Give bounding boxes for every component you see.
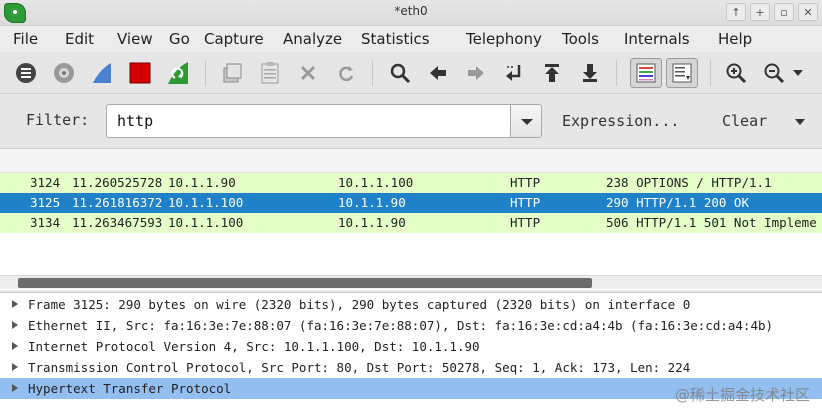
reload-icon[interactable] xyxy=(332,59,360,87)
packet-source: 10.1.1.100 xyxy=(168,215,244,230)
expand-triangle-icon[interactable] xyxy=(12,342,18,350)
go-to-packet-icon[interactable] xyxy=(500,59,528,87)
go-first-icon[interactable] xyxy=(538,59,566,87)
open-file-icon[interactable] xyxy=(218,59,246,87)
menu-edit[interactable]: Edit xyxy=(65,30,94,48)
close-file-icon[interactable] xyxy=(294,59,322,87)
restore-icon[interactable]: + xyxy=(750,3,770,21)
tree-item-tcp[interactable]: Transmission Control Protocol, Src Port:… xyxy=(0,357,822,378)
interfaces-icon[interactable] xyxy=(12,59,40,87)
scrollbar-thumb[interactable] xyxy=(18,278,592,288)
packet-time: 11.260525728 xyxy=(72,175,163,190)
filter-dropdown-button[interactable] xyxy=(510,104,542,138)
menu-capture[interactable]: Capture xyxy=(204,30,264,48)
menu-statistics[interactable]: Statistics xyxy=(361,30,430,48)
toolbar-separator xyxy=(205,60,206,86)
expand-triangle-icon[interactable] xyxy=(12,321,18,329)
menu-file[interactable]: File xyxy=(13,30,38,48)
packet-number: 3125 xyxy=(30,195,61,210)
menu-go[interactable]: Go xyxy=(169,30,190,48)
display-filter-input[interactable]: http xyxy=(106,104,511,138)
packet-destination: 10.1.1.90 xyxy=(338,195,406,210)
packet-protocol: HTTP xyxy=(510,215,541,230)
tree-item-ethernet[interactable]: Ethernet II, Src: fa:16:3e:7e:88:07 (fa:… xyxy=(0,315,822,336)
packet-info: 506 HTTP/1.1 501 Not Impleme xyxy=(606,215,817,230)
tree-item-label: Internet Protocol Version 4, Src: 10.1.1… xyxy=(28,339,480,354)
packet-row[interactable]: 3134 11.263467593 10.1.1.100 10.1.1.90 H… xyxy=(0,213,822,233)
zoom-out-icon[interactable] xyxy=(760,59,788,87)
horizontal-scrollbar[interactable] xyxy=(0,275,822,289)
toolbar-separator xyxy=(616,60,617,86)
expression-button[interactable]: Expression... xyxy=(562,112,679,130)
packet-info: 238 OPTIONS / HTTP/1.1 xyxy=(606,175,772,190)
menu-telephony[interactable]: Telephony xyxy=(466,30,542,48)
start-capture-icon[interactable] xyxy=(88,59,116,87)
expand-triangle-icon[interactable] xyxy=(12,363,18,371)
packet-row[interactable]: 3124 11.260525728 10.1.1.90 10.1.1.100 H… xyxy=(0,173,822,193)
go-forward-icon[interactable] xyxy=(462,59,490,87)
packet-protocol: HTTP xyxy=(510,175,541,190)
zoom-in-icon[interactable] xyxy=(722,59,750,87)
title-bar: *eth0 ↑ + ▫ ✕ xyxy=(0,0,822,26)
tree-item-frame[interactable]: Frame 3125: 290 bytes on wire (2320 bits… xyxy=(0,294,822,315)
go-back-icon[interactable] xyxy=(424,59,452,87)
toolbar-separator xyxy=(710,60,711,86)
menu-internals[interactable]: Internals xyxy=(624,30,690,48)
menu-analyze[interactable]: Analyze xyxy=(283,30,342,48)
menu-tools[interactable]: Tools xyxy=(562,30,599,48)
close-icon[interactable]: ✕ xyxy=(798,3,818,21)
tree-item-label: Frame 3125: 290 bytes on wire (2320 bits… xyxy=(28,297,691,312)
tree-item-label: Transmission Control Protocol, Src Port:… xyxy=(28,360,691,375)
packet-list-header xyxy=(0,149,822,173)
menu-help[interactable]: Help xyxy=(718,30,752,48)
stop-capture-icon[interactable] xyxy=(126,59,154,87)
main-toolbar xyxy=(0,52,822,94)
tree-item-ipv4[interactable]: Internet Protocol Version 4, Src: 10.1.1… xyxy=(0,336,822,357)
expand-triangle-icon[interactable] xyxy=(12,300,18,308)
packet-time: 11.261816372 xyxy=(72,195,163,210)
toolbar-separator xyxy=(372,60,373,86)
packet-time: 11.263467593 xyxy=(72,215,163,230)
filter-label: Filter: xyxy=(26,111,90,129)
packet-source: 10.1.1.100 xyxy=(168,195,244,210)
packet-number: 3124 xyxy=(30,175,61,190)
auto-scroll-icon[interactable] xyxy=(666,58,698,88)
colorize-icon[interactable] xyxy=(630,58,662,88)
packet-row-selected[interactable]: 3125 11.261816372 10.1.1.100 10.1.1.90 H… xyxy=(0,193,822,213)
packet-details-tree: Frame 3125: 290 bytes on wire (2320 bits… xyxy=(0,292,822,417)
save-file-icon[interactable] xyxy=(256,59,284,87)
tree-item-label: Ethernet II, Src: fa:16:3e:7e:88:07 (fa:… xyxy=(28,318,774,333)
packet-destination: 10.1.1.100 xyxy=(338,175,414,190)
expand-triangle-icon[interactable] xyxy=(12,384,18,392)
minimize-icon[interactable]: ▫ xyxy=(774,3,794,21)
menu-view[interactable]: View xyxy=(117,30,153,48)
packet-number: 3134 xyxy=(30,215,61,230)
packet-source: 10.1.1.90 xyxy=(168,175,236,190)
packet-protocol: HTTP xyxy=(510,195,541,210)
clear-button[interactable]: Clear xyxy=(722,112,767,130)
toolbar-overflow-icon[interactable] xyxy=(790,59,806,87)
packet-destination: 10.1.1.90 xyxy=(338,215,406,230)
capture-options-icon[interactable] xyxy=(50,59,78,87)
go-last-icon[interactable] xyxy=(576,59,604,87)
find-packet-icon[interactable] xyxy=(386,59,414,87)
menu-bar: File Edit View Go Capture Analyze Statis… xyxy=(0,26,822,52)
up-arrow-icon[interactable]: ↑ xyxy=(726,3,746,21)
window-title: *eth0 xyxy=(394,4,428,18)
filter-bar: Filter: http Expression... Clear xyxy=(0,94,822,148)
watermark: @稀土掘金技术社区 xyxy=(674,386,810,404)
chevron-down-icon[interactable] xyxy=(795,119,805,125)
packet-info: 290 HTTP/1.1 200 OK xyxy=(606,195,749,210)
restart-capture-icon[interactable] xyxy=(164,59,192,87)
tree-item-label: Hypertext Transfer Protocol xyxy=(28,381,232,396)
packet-list: 3124 11.260525728 10.1.1.90 10.1.1.100 H… xyxy=(0,148,822,290)
